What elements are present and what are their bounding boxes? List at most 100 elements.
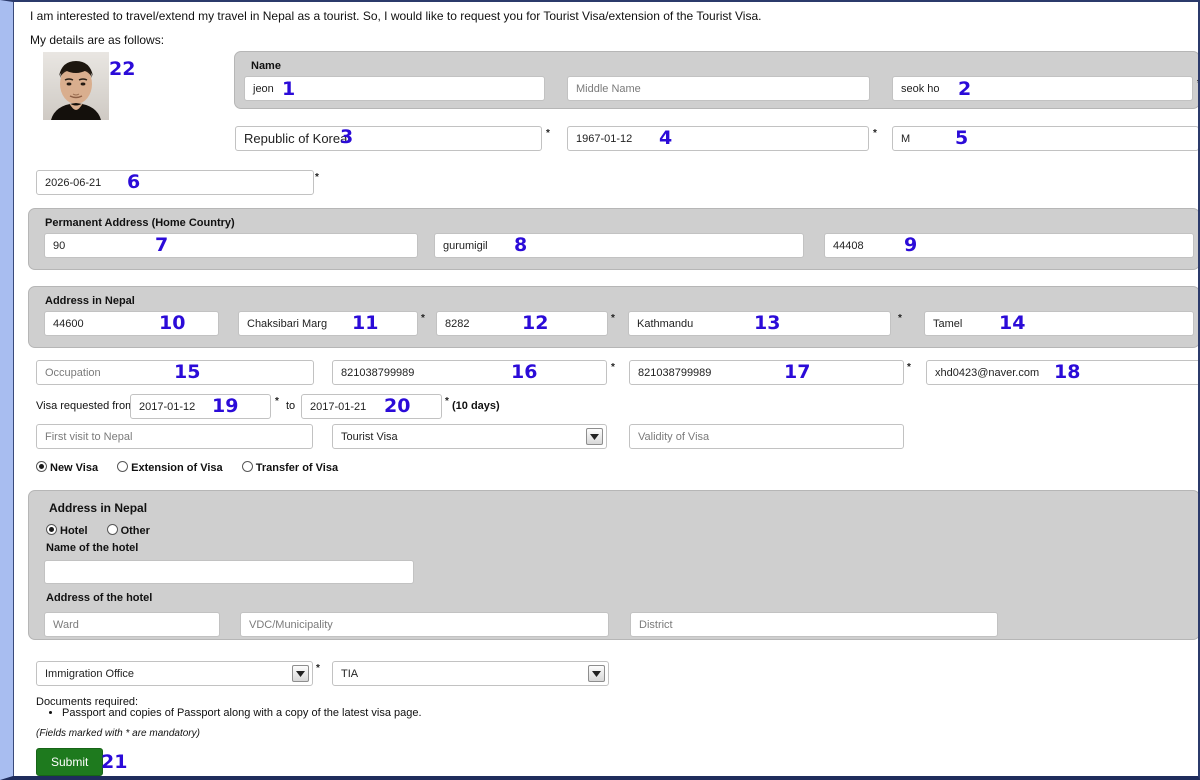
required-star-office: *: [316, 663, 320, 674]
marker-2: 2: [958, 78, 972, 100]
intro-line-1: I am interested to travel/extend my trav…: [30, 9, 762, 23]
marker-20: 20: [384, 395, 411, 417]
address-nepal-title: Address in Nepal: [45, 295, 135, 307]
radio-hotel-icon[interactable]: [46, 524, 57, 535]
marker-10: 10: [159, 312, 186, 334]
middle-name-input[interactable]: Middle Name: [567, 76, 870, 101]
radio-extension-of-visa[interactable]: Extension of Visa: [117, 461, 223, 474]
radio-hotel[interactable]: Hotel: [46, 524, 88, 537]
stay-panel-title: Address in Nepal: [49, 501, 148, 515]
radio-other[interactable]: Other: [106, 524, 150, 537]
mandatory-note: (Fields marked with * are mandatory): [36, 728, 200, 739]
visa-from-input[interactable]: 2017-01-12: [130, 394, 271, 419]
marker-6: 6: [127, 171, 141, 193]
visa-type-select[interactable]: Tourist Visa: [332, 424, 607, 449]
visa-days-note: (10 days): [452, 400, 500, 412]
marker-4: 4: [659, 127, 673, 149]
permanent-house-no-input[interactable]: 90: [44, 233, 418, 258]
marker-8: 8: [514, 234, 528, 256]
applicant-photo: [43, 52, 109, 120]
nepal-street-input[interactable]: Chaksibari Marg: [238, 311, 418, 336]
dob-input[interactable]: 1967-01-12: [567, 126, 869, 151]
marker-16: 16: [511, 361, 538, 383]
hotel-name-label: Name of the hotel: [46, 542, 139, 554]
marker-22: 22: [109, 58, 136, 80]
entry-point-select[interactable]: TIA: [332, 661, 609, 686]
passport-expiry-input[interactable]: 2026-06-21: [36, 170, 314, 195]
visa-to-input[interactable]: 2017-01-21: [301, 394, 442, 419]
nepal-zip-input[interactable]: 44600: [44, 311, 219, 336]
required-star-nepal-street: *: [421, 313, 425, 324]
required-star-nepal-house: *: [611, 313, 615, 324]
gender-input[interactable]: M: [892, 126, 1198, 151]
radio-other-icon[interactable]: [106, 524, 118, 535]
visa-from-label: Visa requested from: [36, 400, 135, 412]
required-star-visa-to: *: [445, 396, 449, 407]
name-panel-title: Name: [251, 60, 281, 72]
marker-12: 12: [522, 312, 549, 334]
submit-button[interactable]: Submit: [36, 748, 104, 776]
validity-of-visa-input[interactable]: Validity of Visa: [629, 424, 904, 449]
chevron-down-icon[interactable]: [586, 428, 603, 445]
permanent-postal-input[interactable]: 44408: [824, 233, 1194, 258]
required-star-nepal-city: *: [898, 313, 902, 324]
immigration-office-select[interactable]: Immigration Office: [36, 661, 313, 686]
required-star-expiry: *: [315, 172, 319, 183]
chevron-down-icon[interactable]: [292, 665, 309, 682]
visa-to-label: to: [286, 400, 296, 412]
hotel-ward-input[interactable]: Ward: [44, 612, 220, 637]
first-visit-input[interactable]: First visit to Nepal: [36, 424, 313, 449]
required-star-nationality: *: [546, 128, 550, 139]
radio-extension-of-visa-icon[interactable]: [117, 461, 129, 472]
hotel-address-label: Address of the hotel: [46, 592, 153, 604]
hotel-name-input[interactable]: [44, 560, 414, 584]
marker-17: 17: [784, 361, 811, 383]
marker-7: 7: [155, 234, 169, 256]
required-star-visa-from: *: [275, 396, 279, 407]
radio-extension-of-visa-label: Extension of Visa: [131, 462, 223, 474]
page-frame: I am interested to travel/extend my trav…: [0, 0, 1200, 780]
marker-3: 3: [340, 126, 354, 148]
radio-other-label: Other: [120, 525, 150, 537]
radio-new-visa[interactable]: New Visa: [36, 461, 98, 474]
marker-11: 11: [352, 312, 379, 334]
radio-new-visa-icon[interactable]: [36, 461, 47, 472]
mobile-input[interactable]: 821038799989: [629, 360, 904, 385]
marker-13: 13: [754, 312, 781, 334]
permanent-address-title: Permanent Address (Home Country): [45, 217, 235, 229]
stay-type-radio-group[interactable]: Hotel Other: [46, 524, 166, 537]
marker-18: 18: [1054, 361, 1081, 383]
hotel-vdc-input[interactable]: VDC/Municipality: [240, 612, 609, 637]
marker-21: 21: [101, 751, 128, 773]
marker-9: 9: [904, 234, 918, 256]
marker-5: 5: [955, 127, 969, 149]
marker-15: 15: [174, 361, 201, 383]
radio-hotel-label: Hotel: [60, 525, 88, 537]
marker-1: 1: [282, 78, 296, 100]
immigration-office-value: Immigration Office: [45, 667, 135, 680]
hotel-district-input[interactable]: District: [630, 612, 998, 637]
list-item: Passport and copies of Passport along wi…: [62, 707, 422, 719]
required-star-phone: *: [611, 362, 615, 373]
chevron-down-icon[interactable]: [588, 665, 605, 682]
marker-14: 14: [999, 312, 1026, 334]
marker-19: 19: [212, 395, 239, 417]
nepal-tole-input[interactable]: Tamel: [924, 311, 1194, 336]
radio-new-visa-label: New Visa: [50, 462, 99, 474]
nationality-input[interactable]: Republic of Korea: [235, 126, 542, 151]
last-name-input[interactable]: seok ho: [892, 76, 1193, 101]
form-page: I am interested to travel/extend my trav…: [13, 2, 1198, 776]
phone-input[interactable]: 821038799989: [332, 360, 607, 385]
required-star-mobile: *: [907, 362, 911, 373]
documents-required-list: Passport and copies of Passport along wi…: [40, 707, 422, 719]
permanent-street-input[interactable]: gurumigil: [434, 233, 804, 258]
required-star-dob: *: [873, 128, 877, 139]
visa-kind-radio-group[interactable]: New Visa Extension of Visa Transfer of V…: [36, 461, 354, 474]
intro-line-2: My details are as follows:: [30, 33, 165, 47]
radio-transfer-of-visa-label: Transfer of Visa: [255, 462, 339, 474]
entry-point-value: TIA: [341, 667, 359, 680]
visa-type-select-value: Tourist Visa: [341, 430, 398, 443]
required-star-lastname: *: [1197, 78, 1198, 89]
radio-transfer-of-visa[interactable]: Transfer of Visa: [241, 461, 339, 474]
radio-transfer-of-visa-icon[interactable]: [241, 461, 253, 472]
